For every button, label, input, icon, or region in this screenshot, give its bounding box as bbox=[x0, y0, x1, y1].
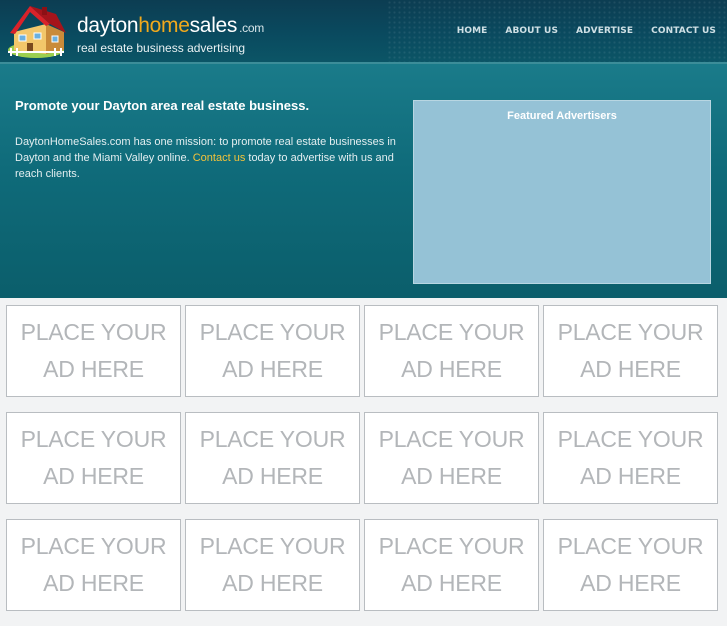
ad-slot-line-1: PLACE YOUR bbox=[557, 533, 704, 559]
logo-tagline: real estate business advertising bbox=[77, 41, 246, 55]
ad-slot-line-2: AD HERE bbox=[43, 463, 144, 489]
ad-slot[interactable]: PLACE YOUR AD HERE bbox=[185, 519, 360, 611]
main-nav: HOME ABOUT US ADVERTISE CONTACT US bbox=[457, 26, 716, 36]
ad-slot[interactable]: PLACE YOUR AD HERE bbox=[185, 305, 360, 397]
logo-title: daytonhomesales .com bbox=[77, 14, 264, 40]
ad-slot-line-2: AD HERE bbox=[222, 570, 323, 596]
site-header: daytonhomesales .com real estate business… bbox=[0, 0, 727, 62]
ad-slot[interactable]: PLACE YOUR AD HERE bbox=[6, 412, 181, 504]
nav-contact-us[interactable]: CONTACT US bbox=[651, 26, 716, 36]
ad-slot[interactable]: PLACE YOUR AD HERE bbox=[6, 519, 181, 611]
ad-slot-line-1: PLACE YOUR bbox=[557, 319, 704, 345]
ad-slot[interactable]: PLACE YOUR AD HERE bbox=[185, 412, 360, 504]
ad-slot-line-2: AD HERE bbox=[580, 570, 681, 596]
ad-slot[interactable]: PLACE YOUR AD HERE bbox=[364, 412, 539, 504]
ad-slot-line-1: PLACE YOUR bbox=[557, 426, 704, 452]
ad-slot-line-2: AD HERE bbox=[580, 463, 681, 489]
ad-slot-line-2: AD HERE bbox=[222, 356, 323, 382]
logo-name-dayton: dayton bbox=[77, 14, 139, 37]
ad-row: PLACE YOUR AD HERE PLACE YOUR AD HERE PLAC… bbox=[6, 519, 726, 611]
ad-slot[interactable]: PLACE YOUR AD HERE bbox=[364, 519, 539, 611]
logo-name-sales: sales bbox=[189, 14, 238, 37]
site-logo[interactable]: daytonhomesales .com real estate business… bbox=[77, 14, 264, 55]
ad-slot-line-1: PLACE YOUR bbox=[20, 426, 167, 452]
ad-slot-line-2: AD HERE bbox=[222, 463, 323, 489]
ad-slot-line-1: PLACE YOUR bbox=[378, 426, 525, 452]
ad-slot[interactable]: PLACE YOUR AD HERE bbox=[543, 412, 718, 504]
featured-advertisers-panel: Featured Advertisers bbox=[413, 100, 711, 284]
nav-about-us[interactable]: ABOUT US bbox=[505, 26, 558, 36]
ad-slot[interactable]: PLACE YOUR AD HERE bbox=[543, 305, 718, 397]
ad-slot[interactable]: PLACE YOUR AD HERE bbox=[364, 305, 539, 397]
ad-slot-line-1: PLACE YOUR bbox=[378, 319, 525, 345]
ad-row: PLACE YOUR AD HERE PLACE YOUR AD HERE PLAC… bbox=[6, 305, 726, 397]
ad-slot-line-2: AD HERE bbox=[401, 570, 502, 596]
contact-us-link[interactable]: Contact us bbox=[193, 152, 246, 164]
ad-slot[interactable]: PLACE YOUR AD HERE bbox=[543, 519, 718, 611]
ad-slot-line-1: PLACE YOUR bbox=[20, 319, 167, 345]
ad-slot-line-2: AD HERE bbox=[43, 356, 144, 382]
hero-heading: Promote your Dayton area real estate bus… bbox=[15, 98, 310, 113]
ad-slot-line-1: PLACE YOUR bbox=[378, 533, 525, 559]
ad-slot-line-2: AD HERE bbox=[401, 463, 502, 489]
ad-slot-line-2: AD HERE bbox=[580, 356, 681, 382]
house-icon[interactable] bbox=[6, 2, 72, 60]
ad-slot-line-1: PLACE YOUR bbox=[199, 319, 346, 345]
logo-name-home: home bbox=[138, 14, 190, 37]
ad-slot-line-1: PLACE YOUR bbox=[199, 426, 346, 452]
ad-grid: PLACE YOUR AD HERE PLACE YOUR AD HERE PLAC… bbox=[6, 305, 726, 626]
ad-slot[interactable]: PLACE YOUR AD HERE bbox=[6, 305, 181, 397]
ad-slot-line-1: PLACE YOUR bbox=[20, 533, 167, 559]
hero-intro: Promote your Dayton area real estate bus… bbox=[15, 98, 399, 182]
nav-home[interactable]: HOME bbox=[457, 26, 488, 36]
ad-row: PLACE YOUR AD HERE PLACE YOUR AD HERE PLAC… bbox=[6, 412, 726, 504]
ad-slot-line-1: PLACE YOUR bbox=[199, 533, 346, 559]
featured-advertisers-title: Featured Advertisers bbox=[507, 110, 617, 122]
hero-section: Promote your Dayton area real estate bus… bbox=[0, 62, 727, 298]
logo-tld: .com bbox=[239, 21, 264, 35]
nav-advertise[interactable]: ADVERTISE bbox=[576, 26, 633, 36]
ad-slot-line-2: AD HERE bbox=[43, 570, 144, 596]
hero-body: DaytonHomeSales.com has one mission: to … bbox=[15, 134, 399, 182]
ad-slot-line-2: AD HERE bbox=[401, 356, 502, 382]
